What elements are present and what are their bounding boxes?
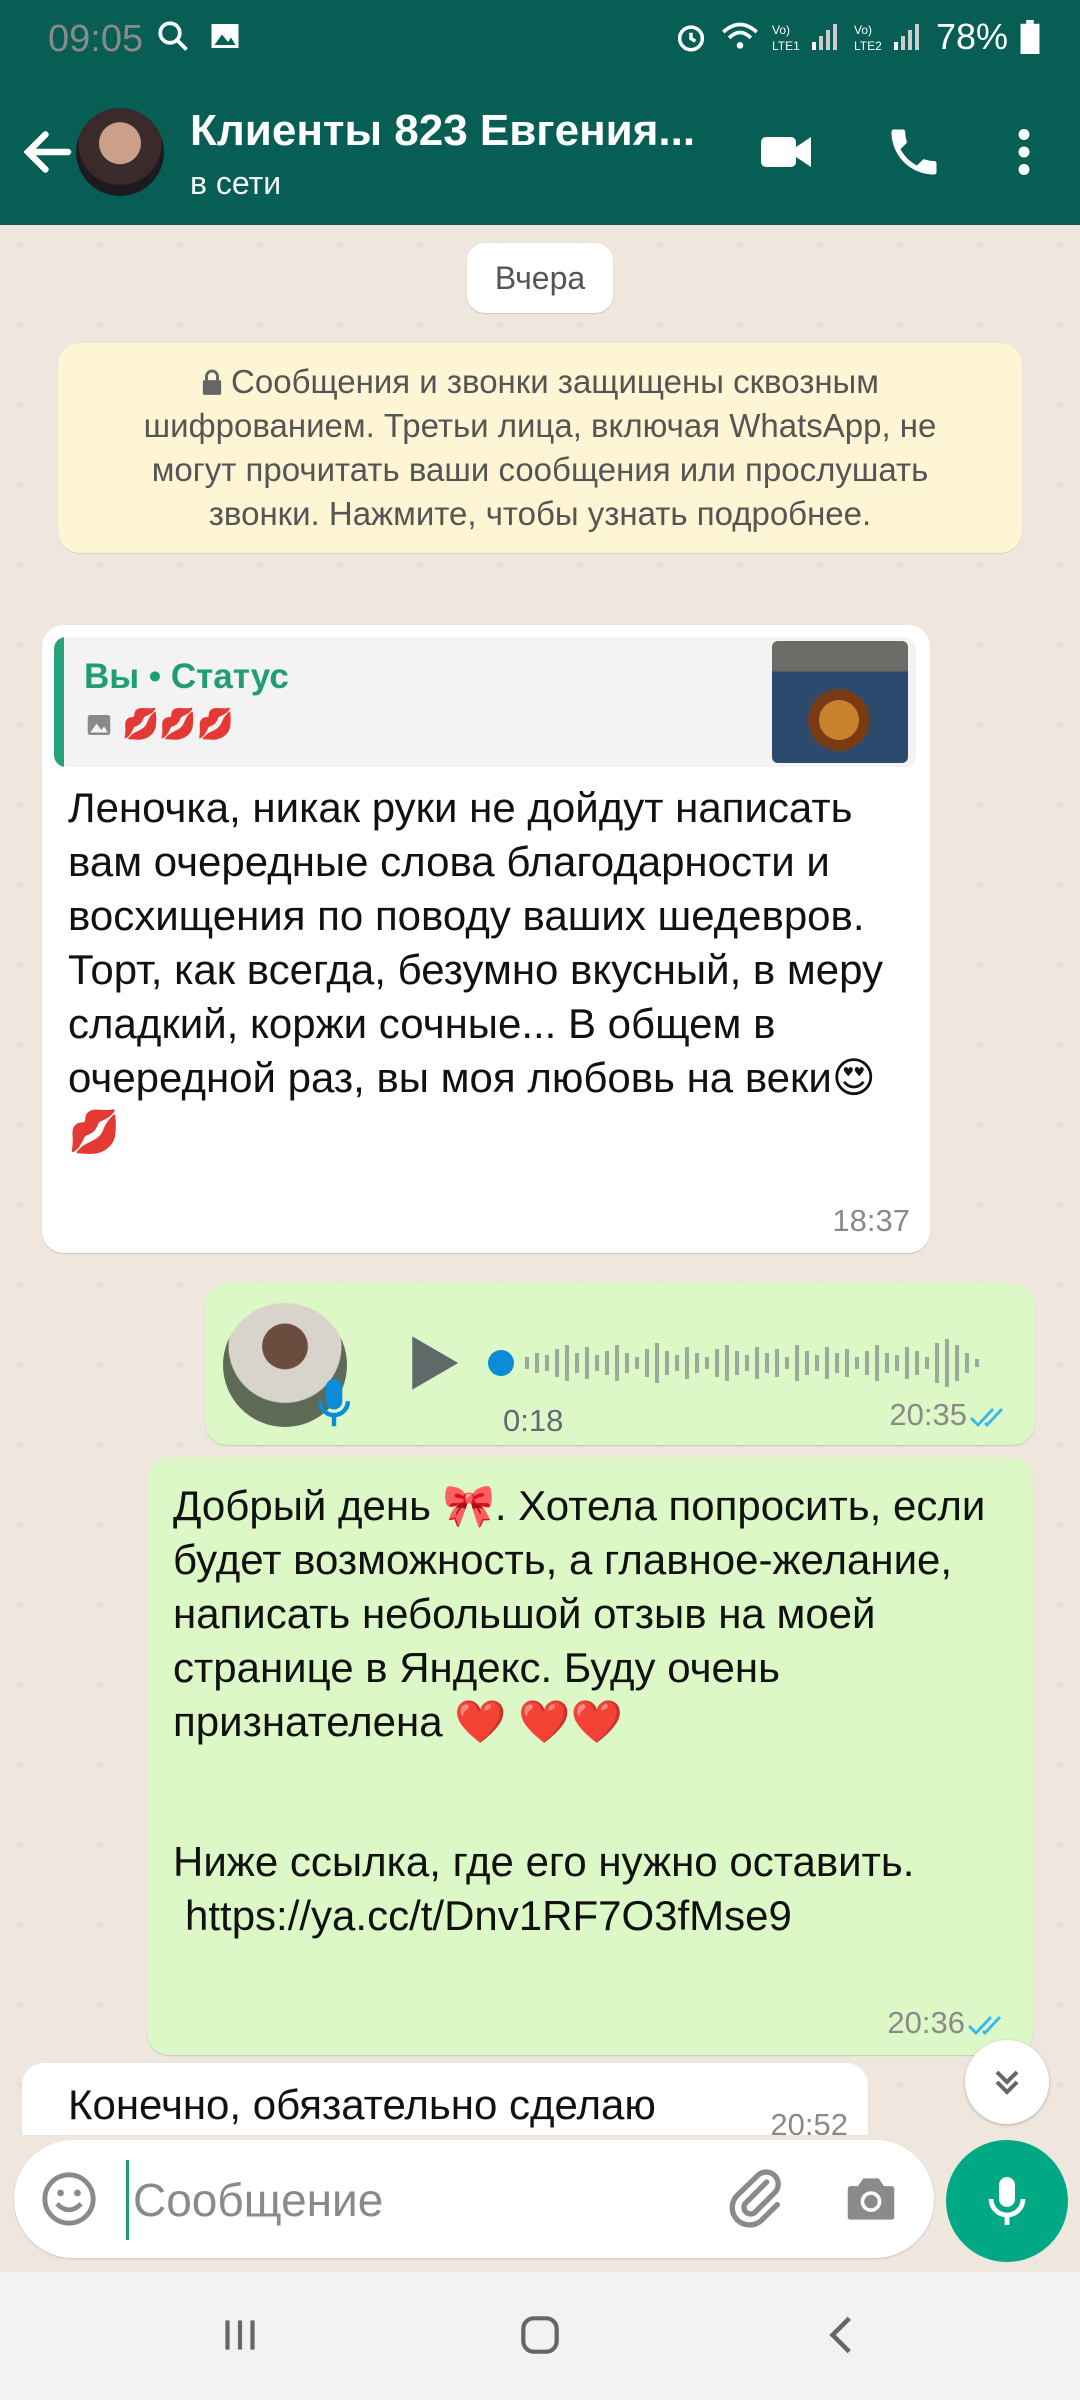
status-time: 09:05: [48, 18, 144, 60]
message-time: 20:36: [887, 2005, 965, 2040]
message-time: 20:35: [889, 1397, 967, 1432]
back-icon[interactable]: [818, 2310, 868, 2360]
alarm-icon: [677, 25, 705, 52]
scroll-to-bottom-button[interactable]: [965, 2040, 1049, 2124]
photo-icon: [87, 714, 111, 735]
message-link[interactable]: https://ya.cc/t/Dnv1RF7O3fMse9: [185, 1889, 1025, 1943]
quoted-author: Вы • Статус: [84, 657, 289, 696]
voice-record-button[interactable]: [946, 2140, 1068, 2262]
status-right-icons: Vo) LTE1 Vo) LTE2 78%: [674, 16, 1040, 58]
chat-header: Клиенты 823 Евгения... в сети: [0, 80, 1080, 225]
svg-text:LTE1: LTE1: [772, 39, 800, 53]
lock-icon: [202, 369, 222, 395]
cake-image: [808, 689, 870, 751]
quote-bar: [54, 637, 64, 767]
svg-text:LTE2: LTE2: [854, 39, 882, 53]
microphone-icon: [317, 1379, 351, 1427]
battery-percent: 78%: [935, 16, 1008, 57]
play-icon[interactable]: [405, 1331, 463, 1395]
contact-name[interactable]: Клиенты 823 Евгения...: [190, 106, 695, 156]
message-text: Конечно, обязательно сделаю: [68, 2081, 656, 2128]
status-bar: 09:05 Vo) LTE1 Vo) LTE2 78%: [0, 0, 1080, 80]
signal-lte1-icon: Vo) LTE1: [772, 23, 837, 53]
chat-area[interactable]: Вчера Сообщения и звонки защищены сквозн…: [0, 225, 1080, 2135]
wifi-icon: [722, 22, 758, 49]
microphone-icon: [988, 2177, 1026, 2225]
system-navigation-bar: [0, 2272, 1080, 2400]
encryption-text: Сообщения и звонки защищены сквозным шиф…: [143, 363, 937, 532]
message-outgoing[interactable]: Добрый день 🎀. Хотела попросить, если бу…: [147, 1457, 1033, 2055]
search-icon: [158, 21, 188, 51]
home-icon[interactable]: [515, 2310, 565, 2360]
message-text: Добрый день 🎀. Хотела попросить, если бу…: [173, 1482, 986, 1745]
voice-call-icon[interactable]: [884, 122, 944, 182]
attach-icon[interactable]: [724, 2166, 788, 2230]
message-text: Леночка, никак руки не дойдут написать в…: [68, 784, 884, 1155]
quoted-preview: 💋💋💋: [84, 707, 234, 742]
voice-message[interactable]: 0:18 20:35: [205, 1283, 1035, 1445]
message-incoming[interactable]: Конечно, обязательно сделаю 20:52: [22, 2063, 868, 2135]
contact-avatar[interactable]: [76, 108, 164, 196]
date-separator: Вчера: [467, 243, 613, 313]
message-time: 18:37: [832, 1203, 910, 1238]
message-text-secondary: Ниже ссылка, где его нужно оставить.: [173, 1838, 915, 1885]
voice-waveform[interactable]: [487, 1333, 1007, 1393]
svg-text:Vo): Vo): [854, 23, 872, 37]
composer-bar: [14, 2140, 934, 2258]
read-receipt-icon: [968, 2016, 1002, 2036]
more-options-icon[interactable]: [994, 122, 1054, 182]
voice-duration: 0:18: [503, 1403, 564, 1438]
svg-text:Vo): Vo): [772, 23, 790, 37]
message-incoming[interactable]: Вы • Статус 💋💋💋 Леночка, никак руки не д…: [42, 625, 930, 1253]
status-left-icons: [155, 18, 243, 54]
contact-status: в сети: [190, 165, 282, 201]
double-chevron-down-icon: [995, 2070, 1019, 2095]
camera-icon[interactable]: [840, 2168, 902, 2230]
message-input[interactable]: [126, 2160, 715, 2240]
recent-apps-icon[interactable]: [215, 2310, 265, 2360]
back-arrow-icon[interactable]: [18, 122, 78, 182]
battery-icon: [1020, 20, 1040, 54]
quoted-status-reply[interactable]: Вы • Статус 💋💋💋: [54, 637, 916, 767]
gallery-icon: [211, 24, 239, 48]
signal-lte2-icon: Vo) LTE2: [854, 23, 919, 53]
video-call-icon[interactable]: [756, 122, 816, 182]
emoji-icon[interactable]: [40, 2170, 98, 2228]
message-time: 20:52: [770, 2107, 848, 2135]
quoted-preview-text: 💋💋💋: [122, 708, 235, 741]
read-receipt-icon: [970, 1408, 1004, 1428]
status-thumbnail: [772, 641, 908, 763]
encryption-notice[interactable]: Сообщения и звонки защищены сквозным шиф…: [58, 343, 1022, 553]
